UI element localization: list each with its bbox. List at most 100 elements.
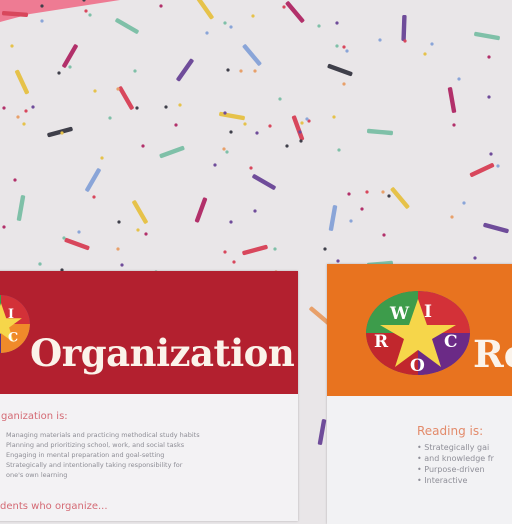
bullet-list: Managing materials and practicing method… xyxy=(6,430,200,480)
logo-letter: C xyxy=(444,332,458,352)
confetti-dot xyxy=(10,44,14,48)
bullet-item: Interactive xyxy=(417,475,494,486)
confetti-dot xyxy=(108,116,112,120)
confetti-dot xyxy=(178,103,182,107)
confetti-dot xyxy=(473,256,477,260)
confetti-dot xyxy=(239,69,243,73)
confetti-dot xyxy=(300,121,304,125)
confetti-dot xyxy=(226,68,230,72)
confetti-dot xyxy=(135,106,139,110)
confetti-dot xyxy=(159,4,163,8)
confetti-dot xyxy=(496,164,500,168)
confetti-dot xyxy=(222,147,226,151)
confetti-dot xyxy=(255,131,259,135)
confetti-dot xyxy=(347,192,351,196)
confetti-dot xyxy=(360,207,364,211)
confetti-dot xyxy=(62,236,66,240)
confetti-dot xyxy=(136,228,140,232)
confetti-dot xyxy=(31,105,35,109)
confetti-dot xyxy=(223,21,227,25)
bullet-item: one's own learning xyxy=(6,471,68,479)
confetti-dot xyxy=(68,65,72,69)
confetti-dot xyxy=(298,130,302,134)
confetti-dot xyxy=(305,117,309,121)
confetti-dot xyxy=(223,111,227,115)
confetti-dot xyxy=(349,219,353,223)
confetti-dot xyxy=(381,190,385,194)
confetti-dot xyxy=(382,233,386,237)
confetti-dot xyxy=(336,259,340,263)
bullet-list: Strategically gai and knowledge fr Purpo… xyxy=(417,442,494,486)
wiroc-logo: I C xyxy=(0,295,30,353)
confetti-dot xyxy=(489,152,493,156)
reading-poster: W I R C O Re Reading is: Strategically g… xyxy=(327,264,512,524)
confetti-dot xyxy=(430,42,434,46)
poster-header: W I R C O Re xyxy=(327,264,512,396)
confetti-dot xyxy=(213,163,217,167)
bullet-item: Managing materials and practicing method… xyxy=(6,431,200,439)
confetti-dot xyxy=(133,69,137,73)
confetti-dot xyxy=(22,122,26,126)
organization-poster: I C Organization ganization is: Managing… xyxy=(0,271,298,521)
poster-subtitle: Reading is: xyxy=(417,424,484,438)
wiroc-logo: W I R C O xyxy=(366,291,470,375)
logo-letter: C xyxy=(8,330,18,345)
confetti-dot xyxy=(144,232,148,236)
confetti-dot xyxy=(57,71,61,75)
confetti-dot xyxy=(423,52,427,56)
crayon-shape xyxy=(401,14,407,42)
confetti-dot xyxy=(229,220,233,224)
poster-footer-text: dents who organize... xyxy=(0,501,108,512)
logo-letter: I xyxy=(8,307,14,322)
confetti-dot xyxy=(487,55,491,59)
photo-scene: I C Organization ganization is: Managing… xyxy=(0,0,512,524)
poster-title: Re xyxy=(473,332,512,376)
poster-header: I C Organization xyxy=(0,271,298,394)
confetti-dot xyxy=(2,106,6,110)
confetti-dot xyxy=(38,262,42,266)
logo-letter: O xyxy=(410,356,425,375)
bullet-item: Planning and prioritizing school, work, … xyxy=(6,441,185,449)
confetti-dot xyxy=(452,123,456,127)
confetti-dot xyxy=(225,150,229,154)
confetti-dot xyxy=(205,31,209,35)
logo-letter: I xyxy=(424,302,432,322)
confetti-dot xyxy=(40,4,44,8)
logo-letter: W xyxy=(389,304,410,324)
confetti-dot xyxy=(251,14,255,18)
confetti-dot xyxy=(457,77,461,81)
confetti-dot xyxy=(335,44,339,48)
bullet-item: Engaging in mental preparation and goal-… xyxy=(6,451,165,459)
confetti-dot xyxy=(2,225,6,229)
confetti-dot xyxy=(229,130,233,134)
confetti-dot xyxy=(403,39,407,43)
confetti-dot xyxy=(378,38,382,42)
confetti-dot xyxy=(317,24,321,28)
confetti-dot xyxy=(13,178,17,182)
confetti-dot xyxy=(232,260,236,264)
confetti-dot xyxy=(100,156,104,160)
confetti-dot xyxy=(365,190,369,194)
confetti-dot xyxy=(24,109,28,113)
confetti-dot xyxy=(120,263,124,267)
poster-subtitle: ganization is: xyxy=(1,411,68,422)
confetti-dot xyxy=(387,194,391,198)
confetti-dot xyxy=(299,139,303,143)
confetti-dot xyxy=(278,97,282,101)
confetti-dot xyxy=(323,247,327,251)
confetti-dot xyxy=(332,115,336,119)
confetti-dot xyxy=(141,144,145,148)
confetti-dot xyxy=(60,131,64,135)
confetti-dot xyxy=(77,230,81,234)
confetti-dot xyxy=(335,21,339,25)
bullet-item: Strategically gai xyxy=(417,442,494,453)
confetti-dot xyxy=(116,87,120,91)
confetti-dot xyxy=(84,9,88,13)
confetti-dot xyxy=(273,247,277,251)
confetti-dot xyxy=(174,123,178,127)
confetti-dot xyxy=(253,209,257,213)
bullet-item: Purpose-driven xyxy=(417,464,494,475)
confetti-dot xyxy=(342,82,346,86)
confetti-dot xyxy=(16,115,20,119)
confetti-dot xyxy=(93,89,97,93)
